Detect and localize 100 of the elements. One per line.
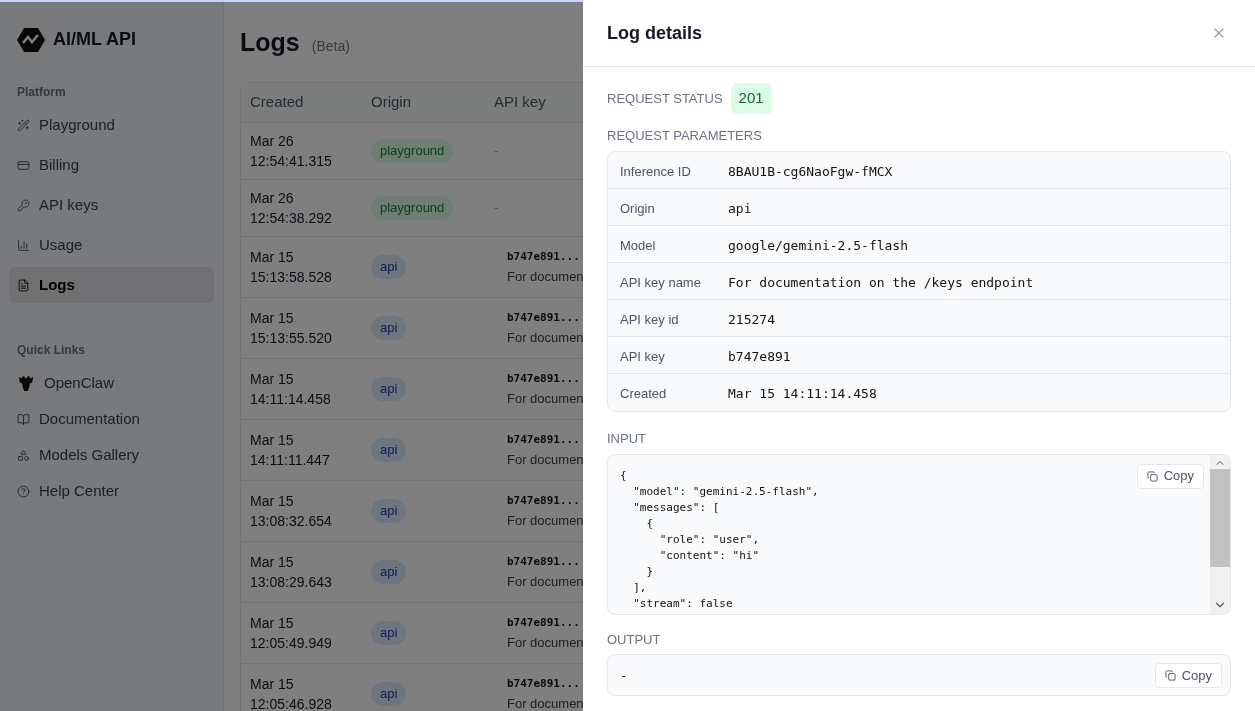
parameter-value: Mar 15 14:11:14.458 <box>728 385 877 403</box>
created-time: 12:05:49.949 <box>250 633 333 653</box>
created-date: Mar 15 <box>250 491 295 511</box>
api-key-name: For documen <box>507 389 583 408</box>
api-key-name: For documen <box>507 450 583 469</box>
parameter-label: API key name <box>620 275 701 290</box>
section-label: REQUEST PARAMETERS <box>607 126 763 145</box>
origin-tag: api <box>371 560 407 584</box>
document-icon <box>17 278 30 292</box>
api-key-value: b747e891... <box>507 309 581 326</box>
origin-tag: api <box>371 438 407 462</box>
created-date: Mar 26 <box>250 188 295 208</box>
copy-icon <box>1146 470 1158 482</box>
created-time: 12:54:41.315 <box>250 151 333 171</box>
status-code: 201 <box>730 83 772 114</box>
api-key-name: For documen <box>507 267 583 286</box>
created-time: 14:11:11.447 <box>250 450 331 470</box>
section-label: REQUEST STATUS <box>607 89 723 108</box>
logo-icon <box>17 26 45 53</box>
api-key-name: For documen <box>507 511 583 530</box>
api-key-value: b747e891... <box>507 553 581 570</box>
api-key-value: - <box>494 142 499 158</box>
beta-label: (Beta) <box>311 37 350 56</box>
claw-creature-icon <box>17 374 35 392</box>
parameter-value: For documentation on the /keys endpoint <box>728 274 1034 292</box>
origin-tag: api <box>371 682 407 706</box>
input-code: { "model": "gemini-2.5-flash", "messages": [ { "role": "user", "content": "hi" } ], "stream": false <box>620 467 819 612</box>
api-key-value: b747e891... <box>507 370 581 387</box>
column-header: API key <box>494 92 546 110</box>
created-time: 14:11:14.458 <box>250 389 332 409</box>
created-date: Mar 15 <box>250 369 295 389</box>
origin-tag: api <box>371 255 407 279</box>
section-heading: Platform <box>16 84 67 101</box>
sidebar-item[interactable]: Help Center <box>9 473 214 509</box>
sidebar-item[interactable]: Playground <box>9 107 214 143</box>
parameter-value: b747e891 <box>728 348 791 366</box>
api-key-value: b747e891... <box>507 248 581 265</box>
modal-overlay[interactable] <box>0 0 583 711</box>
sidebar-item[interactable]: Logs <box>9 267 214 303</box>
page-title: Logs <box>240 27 300 58</box>
sidebar-item[interactable]: Models Gallery <box>9 437 214 473</box>
scrollbar[interactable] <box>1210 454 1230 614</box>
created-time: 12:54:38.292 <box>250 208 333 228</box>
created-date: Mar 15 <box>250 613 295 633</box>
parameter-label: API key id <box>620 312 679 327</box>
created-time: 15:13:55.520 <box>250 328 333 348</box>
created-time: 15:13:58.528 <box>250 267 333 287</box>
section-label: OUTPUT <box>607 630 662 649</box>
origin-tag: api <box>371 621 407 645</box>
copy-icon <box>1164 670 1176 681</box>
created-date: Mar 26 <box>250 131 295 151</box>
created-date: Mar 15 <box>250 430 295 450</box>
origin-tag: api <box>371 499 407 523</box>
section-heading: Quick Links <box>16 342 87 359</box>
api-key-value: b747e891... <box>507 614 581 631</box>
origin-tag: playground <box>371 196 454 220</box>
key-icon <box>17 198 30 212</box>
column-header: Origin <box>371 92 411 110</box>
column-header: Created <box>250 92 304 110</box>
created-time: 13:08:32.654 <box>250 511 333 531</box>
api-key-value: b747e891... <box>507 492 581 509</box>
book-icon <box>17 412 30 426</box>
sidebar-item[interactable]: API keys <box>9 187 214 223</box>
bar-chart-icon <box>17 238 30 252</box>
created-time: 13:08:29.643 <box>250 572 333 592</box>
api-key-value: b747e891... <box>507 431 581 448</box>
parameter-value: 8BAU1B-cg6NaoFgw-fMCX <box>728 163 893 181</box>
parameter-label: API key <box>620 349 665 364</box>
parameter-label: Inference ID <box>620 164 691 179</box>
created-date: Mar 15 <box>250 674 295 694</box>
api-key-name: For documen <box>507 328 583 347</box>
output-code: - <box>619 668 628 685</box>
parameter-label: Model <box>620 238 656 253</box>
sidebar-item[interactable]: Documentation <box>9 401 214 437</box>
drawer-title: Log details <box>607 21 702 45</box>
copy-button[interactable]: Copy <box>1154 663 1222 688</box>
sidebar-item[interactable]: OpenClaw <box>9 365 214 401</box>
parameter-label: Origin <box>620 201 655 216</box>
origin-tag: api <box>371 377 407 401</box>
parameter-value: api <box>728 200 752 218</box>
origin-tag: api <box>371 316 407 340</box>
help-icon <box>17 484 30 498</box>
created-date: Mar 15 <box>250 247 295 267</box>
diamond-shapes-icon <box>17 448 30 462</box>
copy-button[interactable]: Copy <box>1136 463 1204 489</box>
created-date: Mar 15 <box>250 308 295 328</box>
api-key-value: - <box>494 199 499 215</box>
parameter-value: google/gemini-2.5-flash <box>728 237 908 255</box>
parameter-label: Created <box>620 386 667 401</box>
api-key-name: For documen <box>507 633 583 652</box>
parameter-value: 215274 <box>728 311 775 329</box>
sidebar-item[interactable]: Billing <box>9 147 214 183</box>
sidebar-item[interactable]: Usage <box>9 227 214 263</box>
magic-wand-icon <box>17 118 30 132</box>
api-key-name: For documen <box>507 572 583 591</box>
card-icon <box>17 158 30 172</box>
section-label: INPUT <box>607 430 647 448</box>
created-date: Mar 15 <box>250 552 295 572</box>
api-key-value: b747e891... <box>507 675 581 692</box>
brand-name: AI/ML API <box>53 28 136 51</box>
